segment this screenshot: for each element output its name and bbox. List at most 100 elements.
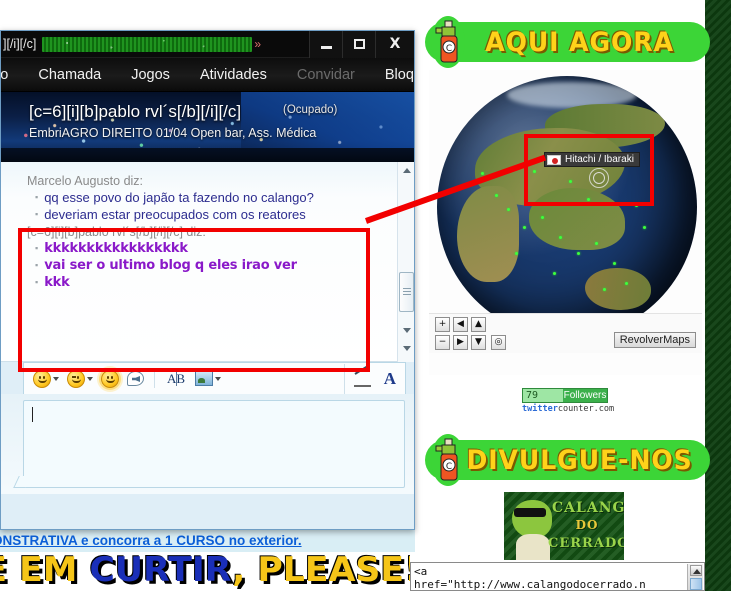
- text-format-button[interactable]: AB: [162, 369, 190, 387]
- promo-link-bar: ONSTRATIVA e concorra a 1 CURSO no exter…: [0, 528, 415, 552]
- compose-toolbar: AB A: [23, 362, 406, 394]
- bubble-tail: [13, 476, 31, 488]
- menu-item-convidar: Convidar: [296, 66, 355, 83]
- message-input[interactable]: [13, 400, 405, 488]
- msn-messenger-window: ][/i][/c] » X leo Chamada Jogos Atividad…: [0, 30, 415, 530]
- conversation-scrollbar[interactable]: [397, 162, 414, 362]
- globe-zoom-in-button[interactable]: +: [435, 317, 450, 332]
- wink-smiley-icon: [67, 369, 85, 388]
- bottom-promo-banner-text: E EM CURTIR, PLEASE!!!: [0, 552, 410, 590]
- twitter-counter-domain-prefix: twitter: [522, 404, 558, 414]
- wink-picker-button[interactable]: [64, 369, 96, 388]
- close-button[interactable]: X: [375, 31, 414, 58]
- nudge-smiley-icon: [101, 369, 119, 388]
- chevron-down-icon: [87, 376, 93, 381]
- twitter-follower-count: 79: [523, 389, 563, 402]
- bottom-banner-part-2: CURTIR: [89, 552, 233, 590]
- bullet-icon: ▪: [35, 209, 39, 219]
- window-controls: X: [309, 31, 414, 58]
- message-line: ▪ deveriam estar preocupados com os reat…: [27, 206, 377, 223]
- message-sender: [c=6][i][b]pablo rvl´s[/b][/i][/c] diz:: [27, 225, 206, 239]
- banner-divulgue-nos-text: DIVULGUE-NOS: [466, 444, 693, 476]
- message-group: Marcelo Augusto diz: ▪ qq esse povo do j…: [27, 174, 377, 291]
- globe-control-bar: + ◀ ▲ − ▶ ▼ ◎ RevolverMaps: [429, 313, 702, 353]
- emoticon-picker-button[interactable]: [30, 369, 62, 388]
- globe-pan-down-button[interactable]: ▼: [471, 335, 486, 350]
- annotation-rect-globe: [524, 134, 654, 206]
- bottom-banner-part-3: , PLEASE!!!: [232, 552, 410, 590]
- smiley-icon: [33, 369, 51, 388]
- globe-reset-view-button[interactable]: ◎: [491, 335, 506, 350]
- handwriting-button[interactable]: [351, 371, 375, 387]
- globe-zoom-out-button[interactable]: −: [435, 335, 450, 350]
- embed-code-line-2: href="http://www.calangodocerrado.n: [414, 578, 646, 591]
- menu-item-video[interactable]: leo: [1, 67, 23, 83]
- message-text: qq esse povo do japão ta fazendo no cala…: [44, 190, 314, 205]
- lizard-body-icon: [516, 534, 550, 560]
- twitter-counter-domain-suffix: counter.com: [557, 404, 615, 414]
- message-text: kkkkkkkkkkkkkkkkk: [44, 241, 188, 256]
- globe-pan-up-button[interactable]: ▲: [471, 317, 486, 332]
- calango-do-cerrado-image[interactable]: CALANGO DO CERRADO: [504, 492, 624, 560]
- contact-personal-message: EmbriAGRO DIREITO 01/04 Open bar, Ass. M…: [29, 126, 317, 140]
- menu-item-atividades[interactable]: Atividades: [185, 67, 282, 83]
- chevron-down-icon: [53, 376, 59, 381]
- compose-area: [1, 394, 414, 494]
- twitter-followers-label: Followers: [563, 390, 607, 401]
- maximize-icon: [353, 39, 365, 49]
- scroll-up-arrow-icon[interactable]: [400, 164, 413, 177]
- embed-code-scrollbar[interactable]: [687, 564, 703, 590]
- photo-icon: [195, 371, 214, 386]
- message-text: deveriam estar preocupados com os reator…: [44, 207, 306, 222]
- window-title-text: ][/i][/c]: [3, 37, 37, 51]
- scroll-down-arrow-icon[interactable]: [400, 324, 413, 337]
- twitter-counter-domain[interactable]: twittercounter.com: [522, 404, 614, 414]
- nudge-button[interactable]: [98, 369, 122, 388]
- window-title-redacted-block: [42, 36, 253, 52]
- contact-display-name: [c=6][i][b]pablo rvl´s[/b][/i][/c]: [29, 102, 242, 121]
- scroll-to-bottom-icon[interactable]: [400, 342, 413, 355]
- menu-item-jogos[interactable]: Jogos: [116, 67, 185, 83]
- bottom-promo-banner: E EM CURTIR, PLEASE!!!: [0, 552, 410, 591]
- banner-aqui-agora: C AQUI AGORA: [425, 16, 710, 68]
- voice-clip-button[interactable]: [124, 371, 147, 386]
- scroll-up-arrow-icon[interactable]: [690, 565, 702, 576]
- message-line: ▪ qq esse povo do japão ta fazendo no ca…: [27, 189, 377, 206]
- scrollbar-thumb[interactable]: [399, 272, 414, 312]
- minimize-button[interactable]: [309, 31, 342, 58]
- conversation-history[interactable]: Marcelo Augusto diz: ▪ qq esse povo do j…: [1, 162, 414, 362]
- banner-divulgue-nos: C DIVULGUE-NOS: [425, 434, 710, 486]
- promo-link[interactable]: ONSTRATIVA e concorra a 1 CURSO no exter…: [0, 533, 302, 548]
- message-line: ▪ kkkkkkkkkkkkkkkkk: [27, 240, 377, 257]
- menu-item-chamada[interactable]: Chamada: [23, 67, 116, 83]
- maximize-button[interactable]: [342, 31, 375, 58]
- ab-text-icon: AB: [167, 369, 186, 386]
- menu-item-bloquear[interactable]: Bloquear: [370, 67, 414, 83]
- embed-code-textarea[interactable]: <a href="http://www.calangodocerrado.n: [410, 562, 705, 591]
- revolvermaps-widget[interactable]: + ◀ ▲ − ▶ ▼ ◎ RevolverMaps: [429, 70, 702, 375]
- send-photo-button[interactable]: [192, 371, 224, 386]
- window-title-caret: »: [254, 37, 262, 51]
- window-titlebar[interactable]: ][/i][/c] » X: [1, 31, 414, 58]
- globe-sphere[interactable]: [437, 76, 697, 338]
- toolbar-separator: [343, 363, 345, 394]
- twitter-counter-badge[interactable]: 79 Followers: [522, 388, 608, 403]
- font-icon: A: [383, 368, 396, 388]
- scrollbar-thumb[interactable]: [690, 578, 702, 590]
- calango-line-2: DO: [575, 518, 599, 532]
- calango-line-1: CALANGO: [552, 500, 624, 516]
- embed-code-line-1: <a: [414, 565, 428, 578]
- font-button[interactable]: A: [375, 369, 405, 389]
- message-text: kkk: [44, 275, 70, 290]
- bullet-icon: ▪: [35, 243, 39, 253]
- globe-landmass: [457, 186, 519, 282]
- sunglasses-icon: [514, 508, 546, 517]
- chevron-down-icon: [215, 376, 222, 381]
- globe-pan-left-button[interactable]: ◀: [453, 317, 468, 332]
- revolvermaps-brand-badge[interactable]: RevolverMaps: [613, 332, 696, 348]
- window-menubar: leo Chamada Jogos Atividades Convidar Bl…: [1, 58, 414, 92]
- globe-pan-right-button[interactable]: ▶: [453, 335, 468, 350]
- pencil-icon: [353, 371, 372, 387]
- bottom-banner-part-1: E EM: [0, 552, 78, 590]
- bullet-icon: ▪: [35, 277, 39, 287]
